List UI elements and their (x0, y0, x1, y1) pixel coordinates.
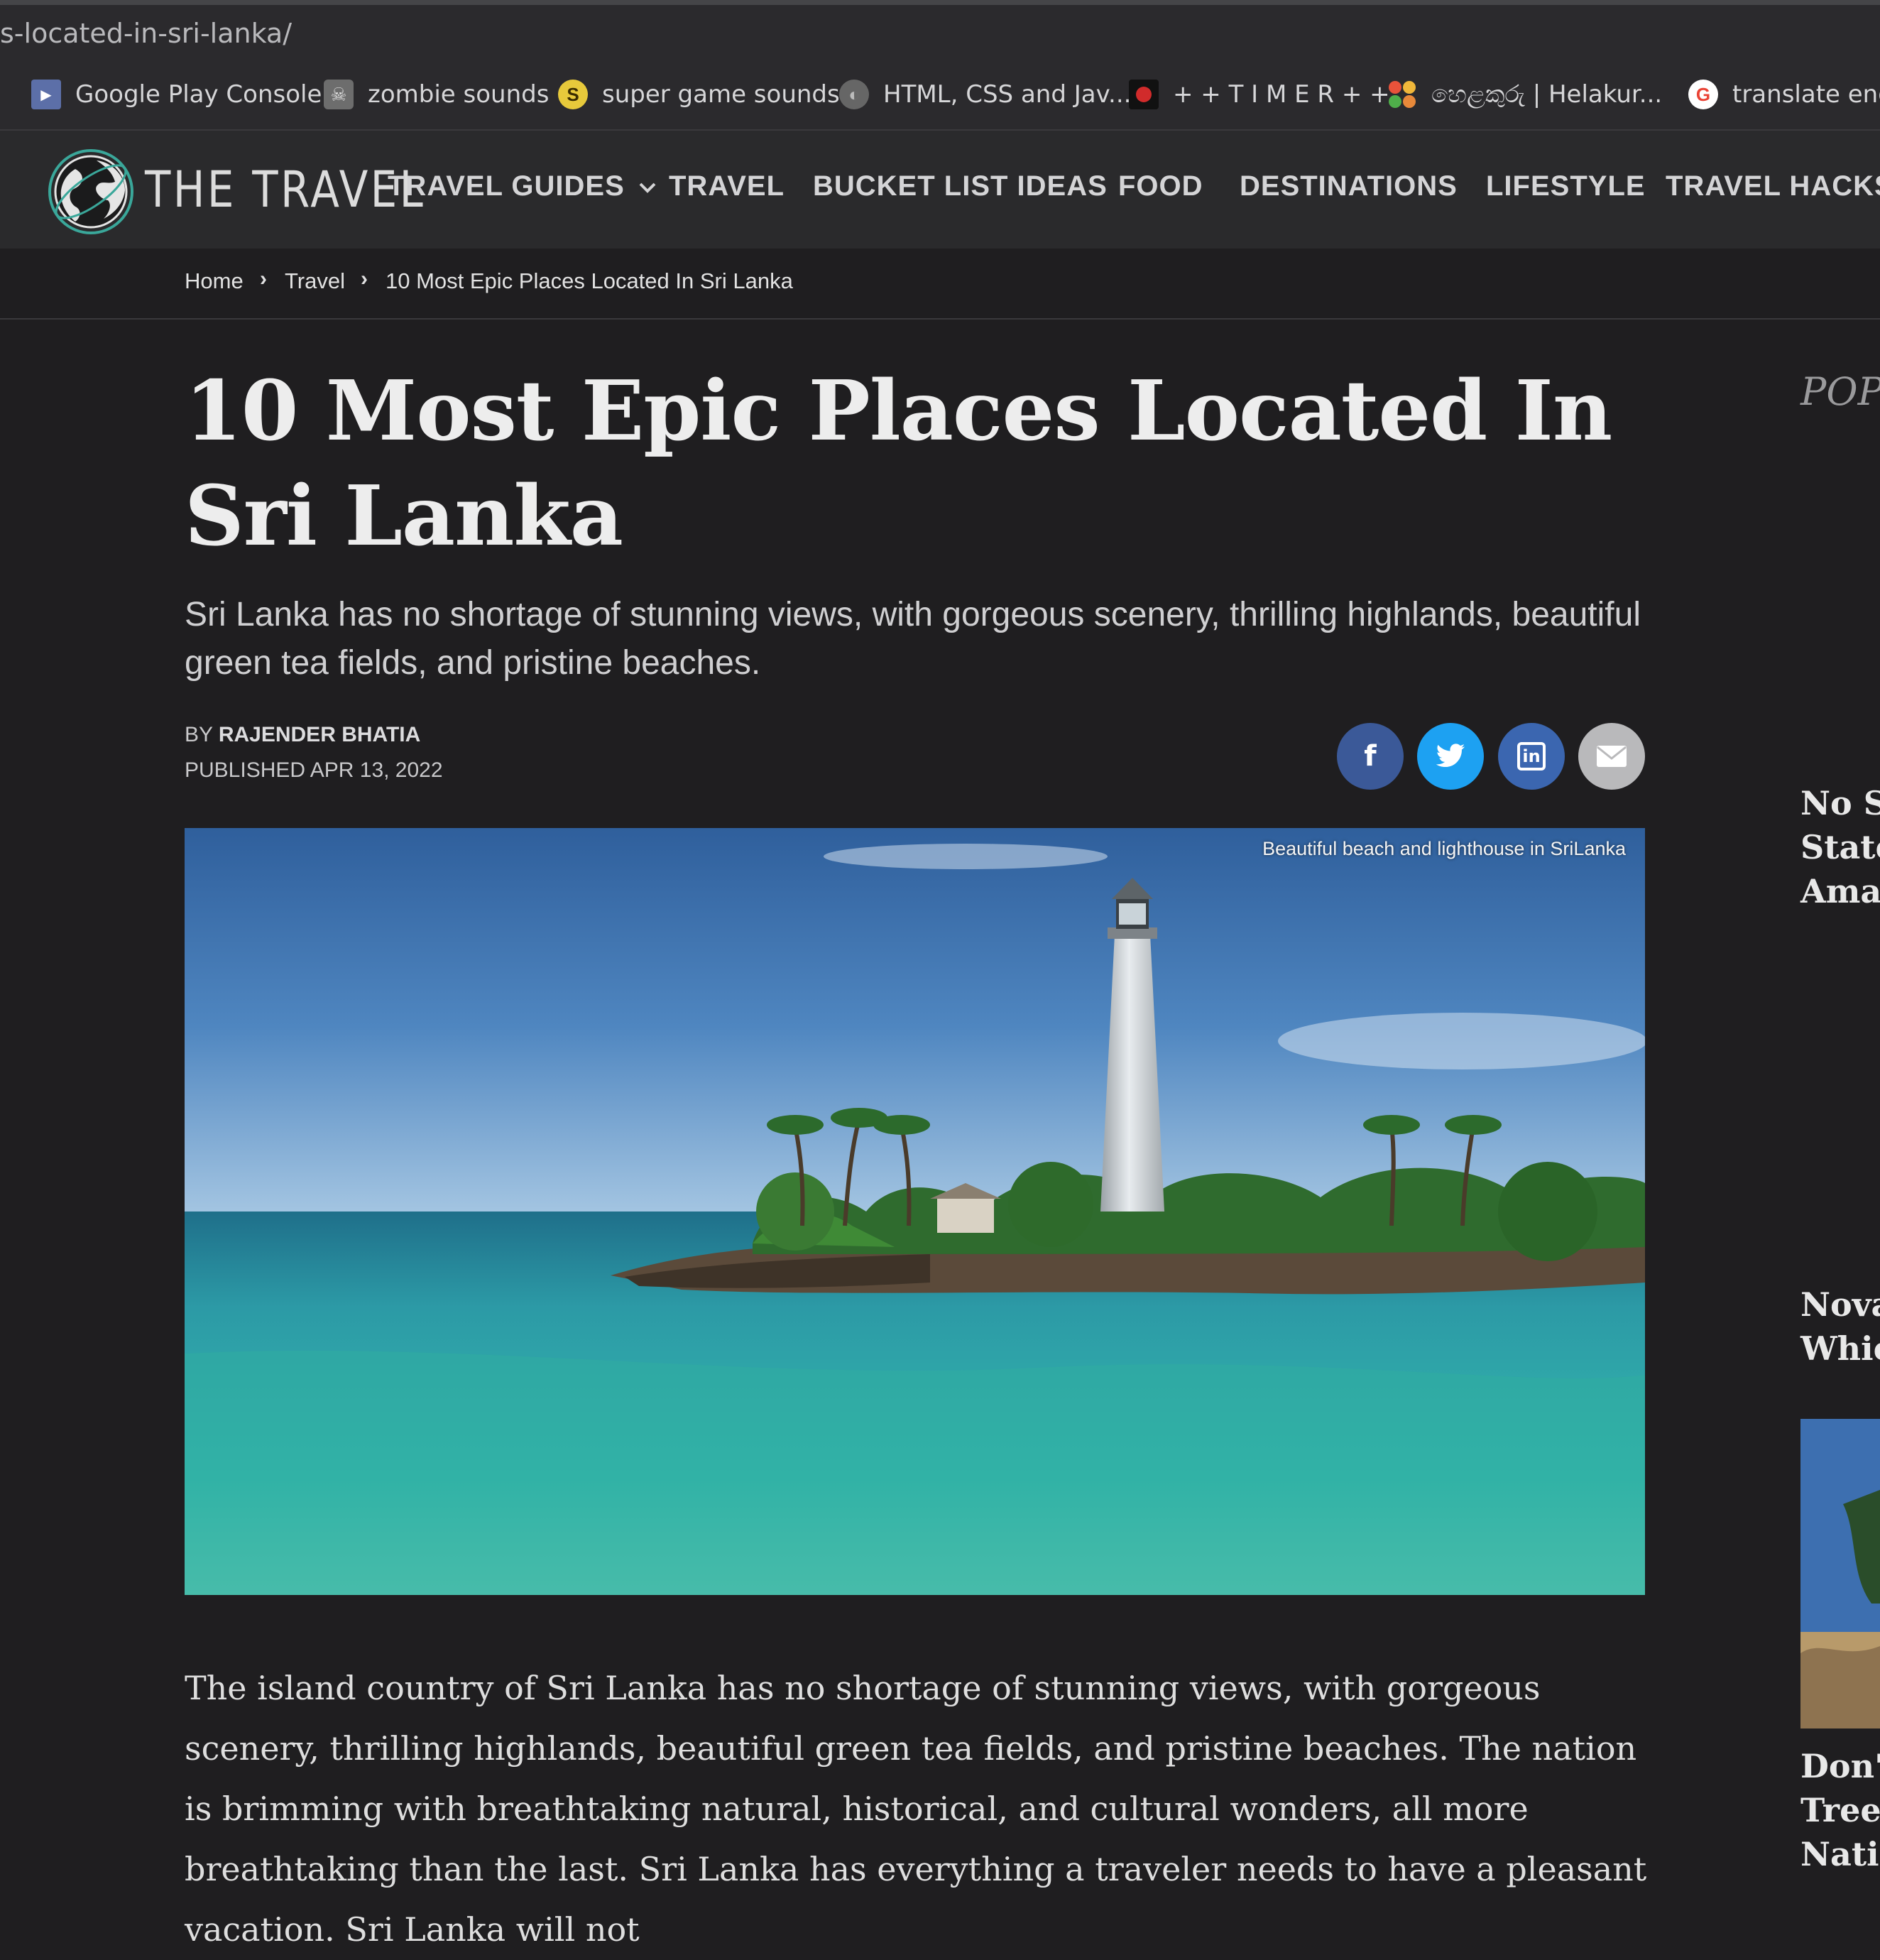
breadcrumb-home[interactable]: Home (185, 268, 244, 294)
sidebar-item[interactable]: Don't Tree Natio (1800, 1744, 1880, 1876)
byline-prefix: BY (185, 723, 213, 746)
breadcrumb-current: 10 Most Epic Places Located In Sri Lanka (386, 268, 793, 293)
chevron-right-icon: › (361, 267, 368, 290)
globe-icon: ◐ (839, 80, 869, 109)
share-twitter-button[interactable] (1417, 723, 1484, 790)
timer-icon (1129, 80, 1159, 109)
twitter-icon (1436, 744, 1465, 768)
bookmark-helakuru[interactable]: හෙළකුරු | Helakur... (1387, 77, 1662, 112)
nav-food[interactable]: FOOD (1118, 170, 1203, 202)
google-play-console-icon: ▶ (31, 80, 61, 109)
publish-date: PUBLISHED APR 13, 2022 (185, 758, 443, 782)
nav-travel-hacks[interactable]: TRAVEL HACKS (1666, 170, 1880, 202)
share-facebook-button[interactable]: f (1337, 723, 1404, 790)
zombie-icon: ☠ (324, 80, 354, 109)
chevron-down-icon (639, 183, 656, 194)
breadcrumb-travel[interactable]: Travel (285, 268, 345, 294)
globe-logo-icon[interactable] (47, 148, 135, 236)
article-subtitle: Sri Lanka has no shortage of stunning vi… (185, 596, 1641, 682)
share-linkedin-button[interactable]: in (1498, 723, 1565, 790)
nav-destinations[interactable]: DESTINATIONS (1240, 170, 1458, 202)
nav-travel[interactable]: TRAVEL (669, 170, 785, 202)
bookmark-html-css[interactable]: ◐ HTML, CSS and Jav... (839, 77, 1131, 112)
breadcrumb (0, 249, 1880, 320)
helakuru-icon (1387, 80, 1417, 109)
bookmark-timer[interactable]: + + T I M E R + + (1129, 77, 1390, 112)
article-title: 10 Most Epic Places Located In Sri Lanka (185, 363, 1612, 565)
sidebar-title: POP (1800, 369, 1880, 414)
site-logo-text[interactable]: THE TRAVEL (145, 160, 425, 219)
share-email-button[interactable] (1578, 723, 1645, 790)
byline: BY RAJENDER BHATIA (185, 723, 420, 747)
google-icon: G (1688, 80, 1718, 109)
bookmark-translate[interactable]: G translate engli (1688, 77, 1880, 112)
image-caption: Beautiful beach and lighthouse in SriLan… (1262, 838, 1626, 859)
chevron-right-icon: › (260, 267, 267, 290)
url-text[interactable]: s-located-in-sri-lanka/ (0, 18, 292, 49)
bookmarks-bar: ▶ Google Play Console ☠ zombie sounds S … (0, 61, 1880, 131)
address-bar[interactable]: s-located-in-sri-lanka/ (0, 0, 1880, 61)
hero-image (185, 828, 1645, 1595)
sidebar-thumbnail[interactable] (1800, 1419, 1880, 1728)
bookmark-google-play-console[interactable]: ▶ Google Play Console (31, 77, 322, 112)
bookmark-super-game-sounds[interactable]: S super game sounds (558, 77, 840, 112)
sidebar-item[interactable]: Nova Whic (1800, 1283, 1880, 1371)
article-body: The island country of Sri Lanka has no s… (185, 1669, 1647, 1949)
nav-bucket-list-ideas[interactable]: BUCKET LIST IDEAS (813, 170, 1108, 202)
email-icon (1597, 746, 1627, 767)
sidebar-item[interactable]: No St State Amaz (1800, 781, 1880, 913)
facebook-icon: f (1364, 740, 1377, 773)
nav-lifestyle[interactable]: LIFESTYLE (1486, 170, 1646, 202)
nav-travel-guides[interactable]: TRAVEL GUIDES (388, 170, 657, 202)
author-link[interactable]: RAJENDER BHATIA (219, 723, 420, 746)
coin-icon: S (558, 80, 588, 109)
linkedin-icon: in (1517, 742, 1546, 771)
bookmark-zombie-sounds[interactable]: ☠ zombie sounds (324, 77, 549, 112)
